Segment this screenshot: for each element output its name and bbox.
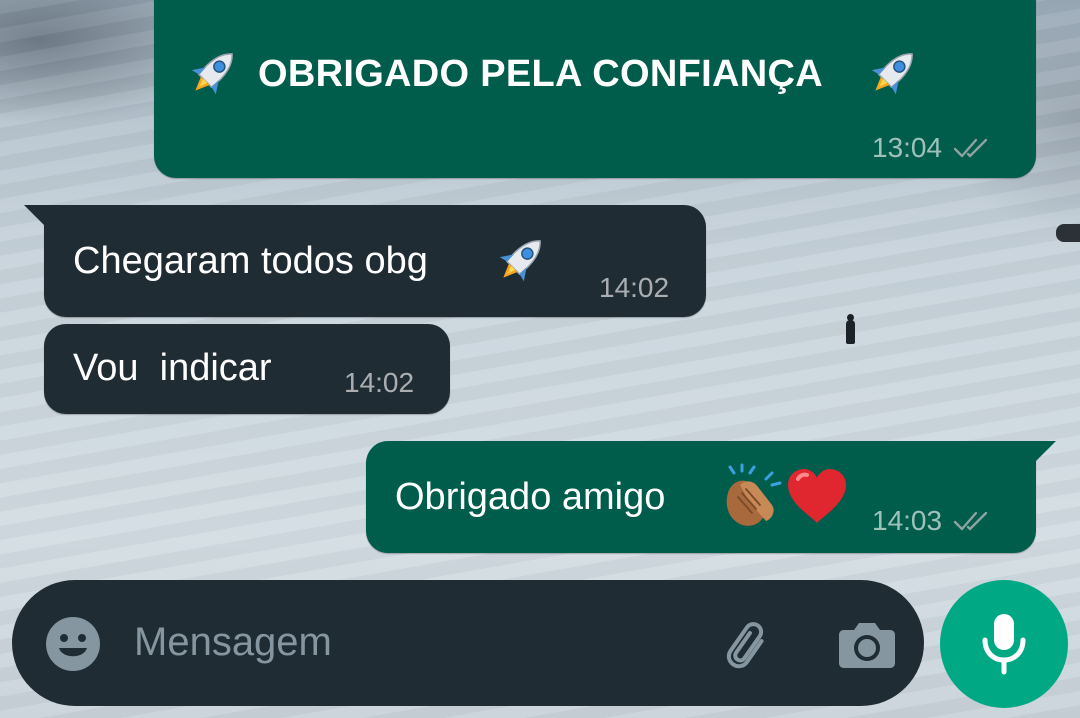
clapping-hands-emoji xyxy=(720,463,786,534)
message-meta: 14:03 xyxy=(872,505,992,537)
message-text: OBRIGADO PELA CONFIANÇA xyxy=(258,53,823,95)
mic-button[interactable] xyxy=(940,580,1068,708)
rocket-emoji xyxy=(490,229,552,296)
double-check-icon xyxy=(953,138,988,158)
rocket-emoji xyxy=(182,42,244,109)
message-time: 14:03 xyxy=(872,505,943,536)
wallpaper-climber xyxy=(846,314,855,344)
message-bubble-incoming[interactable]: Chegaram todos obg 14:02 xyxy=(24,205,706,317)
message-text: Vou indicar xyxy=(73,347,272,389)
message-meta: 14:02 xyxy=(344,367,414,399)
rocket-emoji xyxy=(862,42,924,109)
message-time: 13:04 xyxy=(872,132,943,163)
wallpaper-rock xyxy=(1056,224,1080,242)
message-bubble-outgoing[interactable]: OBRIGADO PELA CONFIANÇA 13:04 xyxy=(154,0,1036,178)
message-bubble-incoming[interactable]: Vou indicar 14:02 xyxy=(44,324,450,414)
attach-icon[interactable] xyxy=(714,614,776,681)
message-text: Chegaram todos obg xyxy=(73,240,428,282)
message-time: 14:02 xyxy=(344,367,415,398)
message-text: Obrigado amigo xyxy=(395,476,666,518)
message-composer[interactable]: Mensagem xyxy=(12,580,924,706)
message-time: 14:02 xyxy=(599,272,670,303)
emoji-icon[interactable] xyxy=(44,615,102,678)
mic-icon xyxy=(982,614,1026,675)
double-check-icon xyxy=(953,511,988,531)
message-input[interactable]: Mensagem xyxy=(134,620,332,665)
message-bubble-outgoing[interactable]: Obrigado amigo 14:03 xyxy=(366,441,1056,553)
message-meta: 14:02 xyxy=(599,272,669,304)
camera-icon[interactable] xyxy=(838,618,896,675)
message-meta: 13:04 xyxy=(872,132,992,164)
red-heart-emoji xyxy=(786,467,848,530)
